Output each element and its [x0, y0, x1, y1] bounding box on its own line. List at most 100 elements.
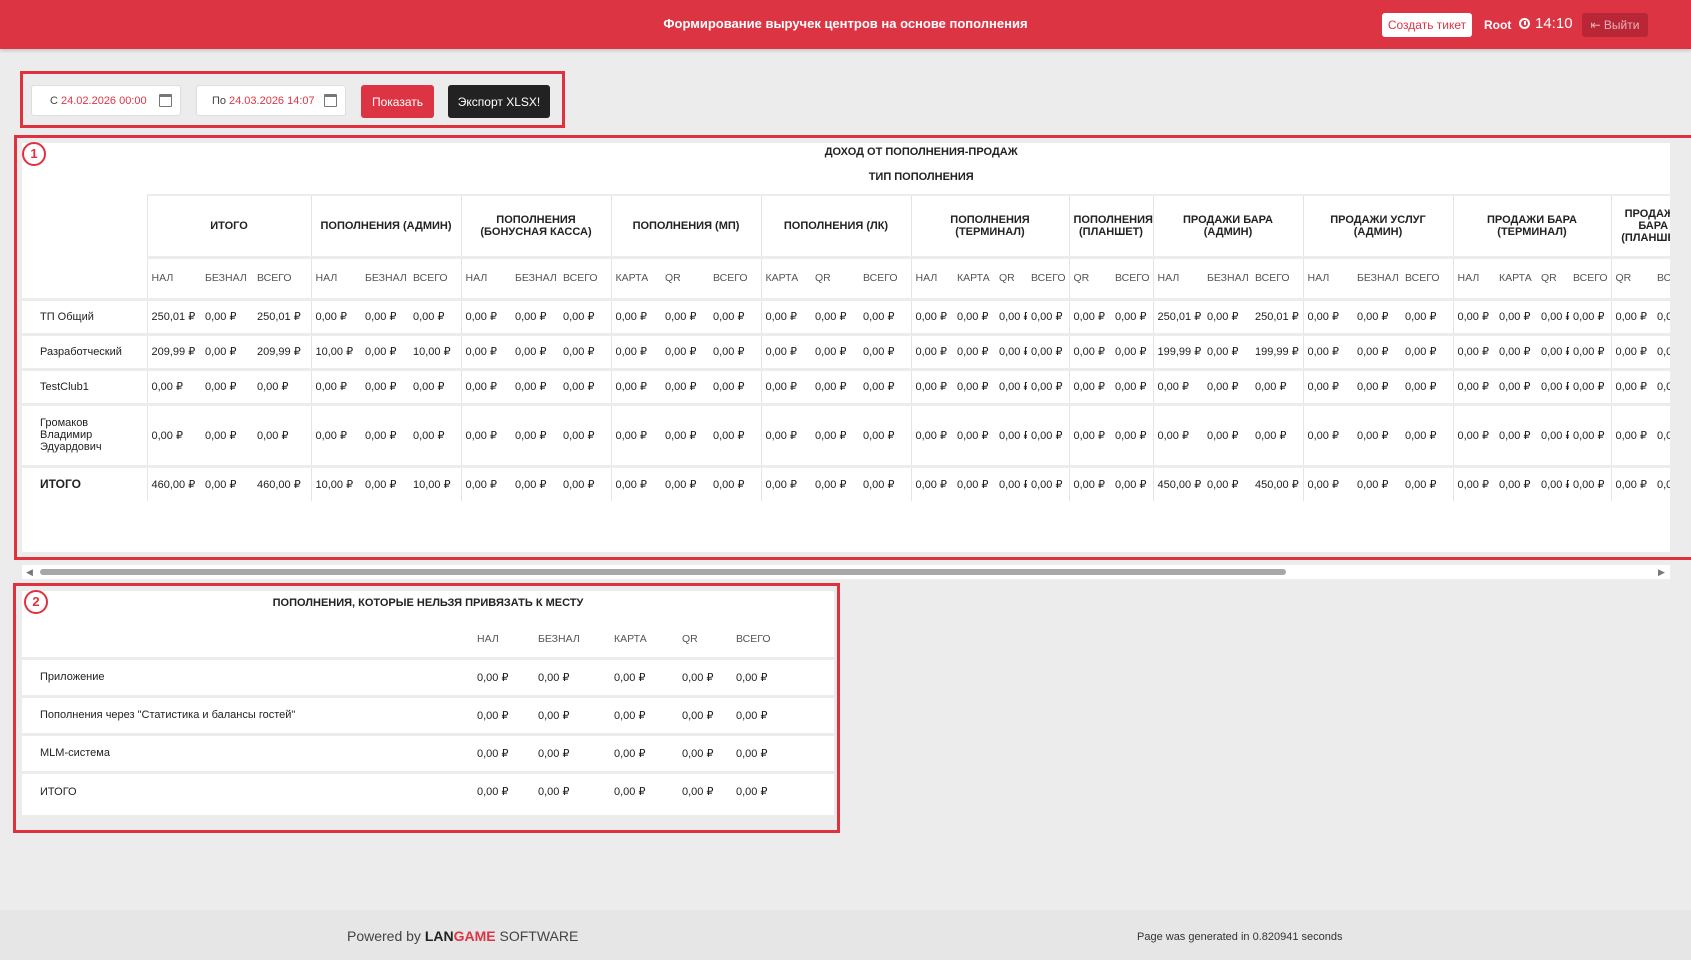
logout-button[interactable]: ⇤ Выйти: [1582, 13, 1648, 37]
powered-prefix: Powered by: [347, 928, 421, 944]
table-cell: 0,00 ₽: [361, 464, 409, 501]
table-cell: 0,00 ₽: [1611, 464, 1653, 501]
table-cell: 0,00 ₽: [201, 367, 253, 404]
table-cell: 0,00 ₽: [532, 770, 608, 810]
table-cell: 0,00 ₽: [859, 367, 912, 404]
table-cell: 0,00 ₽: [361, 332, 409, 369]
table-cell: 0,00 ₽: [1303, 464, 1353, 501]
table-subtitle: ТИП ПОПОЛНЕНИЯ: [868, 171, 974, 183]
date-from-field[interactable]: С 24.02.2026 00:00: [31, 85, 181, 116]
column-header: QR: [1611, 255, 1653, 299]
table-cell: 10,00 ₽: [409, 332, 462, 369]
revenue-table: ДОХОД ОТ ПОПОЛНЕНИЯ-ПРОДАЖ ТИП ПОПОЛНЕНИЯ…: [22, 143, 1670, 501]
table-row-label: Громаков Владимир Эдуардович: [22, 402, 148, 466]
row-label-header: [22, 257, 148, 299]
table-cell: 0,00 ₽: [1203, 332, 1251, 369]
table-cell: 0,00 ₽: [409, 297, 462, 334]
table-cell: 0,00 ₽: [811, 367, 859, 404]
brand-suffix: SOFTWARE: [499, 928, 579, 944]
column-header: БЕЗНАЛ: [361, 255, 409, 299]
table-cell: 0,00 ₽: [676, 656, 730, 696]
table-cell: 0,00 ₽: [953, 464, 995, 501]
export-xlsx-button[interactable]: Экспорт XLSX!: [448, 85, 550, 118]
column-header: ВСЕГО: [736, 633, 771, 646]
table-cell: 209,99 ₽: [147, 332, 201, 369]
calendar-icon[interactable]: [159, 94, 172, 107]
table-cell: 0,00 ₽: [611, 332, 661, 369]
column-header: ВСЕГО: [409, 255, 462, 299]
table-cell: 0,00 ₽: [1569, 402, 1612, 466]
table-cell: 0,00 ₽: [1453, 297, 1495, 334]
table-cell: 0,00 ₽: [1569, 332, 1612, 369]
table-cell: 0,00 ₽: [1495, 297, 1537, 334]
table-cell: 0,00 ₽: [761, 367, 811, 404]
table-cell: 0,00 ₽: [661, 464, 709, 501]
column-header: КАРТА: [953, 255, 995, 299]
table-corner: [22, 195, 148, 257]
show-button[interactable]: Показать: [361, 85, 434, 118]
table-cell: 0,00 ₽: [953, 297, 995, 334]
scroll-right-icon[interactable]: ▶: [1658, 567, 1665, 578]
table-cell: 0,00 ₽: [1027, 297, 1070, 334]
table-cell: 0,00 ₽: [1027, 402, 1070, 466]
table-cell: 0,00 ₽: [1303, 367, 1353, 404]
table-cell: 0,00 ₽: [532, 656, 608, 696]
table-cell: 0,00 ₽: [730, 770, 834, 810]
column-header: ВСЕГО: [859, 255, 912, 299]
table-cell: 0,00 ₽: [1495, 402, 1537, 466]
table-cell: 0,00 ₽: [1569, 367, 1612, 404]
table-cell: 0,00 ₽: [361, 402, 409, 466]
table-cell: 0,00 ₽: [1251, 367, 1304, 404]
calendar-icon[interactable]: [324, 94, 337, 107]
group-header: ПРОДАЖИ БАРА (ПЛАНШЕТ): [1611, 194, 1670, 257]
table-cell: 0,00 ₽: [1453, 367, 1495, 404]
table-cell: 0,00 ₽: [511, 464, 559, 501]
table-cell: 0,00 ₽: [409, 367, 462, 404]
table-cell: 0,00 ₽: [709, 367, 762, 404]
group-header: ПОПОЛНЕНИЯ (МП): [611, 194, 762, 257]
column-header: ВСЕГО: [253, 255, 312, 299]
table-cell: 0,00 ₽: [311, 367, 361, 404]
table-cell: 250,01 ₽: [1251, 297, 1304, 334]
table-cell: 460,00 ₽: [253, 464, 312, 501]
column-header: КАРТА: [1495, 255, 1537, 299]
table-cell: 0,00 ₽: [661, 332, 709, 369]
column-header: ВСЕГО: [1653, 255, 1670, 299]
table-cell: 0,00 ₽: [1401, 464, 1454, 501]
column-header: ВСЕГО: [1401, 255, 1454, 299]
table-cell: 0,00 ₽: [1203, 297, 1251, 334]
table-cell: 0,00 ₽: [532, 732, 608, 772]
table-corner: [22, 160, 147, 195]
revenue-table-container[interactable]: ДОХОД ОТ ПОПОЛНЕНИЯ-ПРОДАЖ ТИП ПОПОЛНЕНИЯ…: [22, 143, 1670, 552]
table-cell: 0,00 ₽: [461, 402, 511, 466]
column-header: QR: [661, 255, 709, 299]
table-cell: 0,00 ₽: [608, 656, 676, 696]
brand-game: GAME: [453, 928, 496, 944]
column-header: ВСЕГО: [559, 255, 612, 299]
table-cell: 0,00 ₽: [511, 402, 559, 466]
unbound-table-title: ПОПОЛНЕНИЯ, КОТОРЫЕ НЕЛЬЗЯ ПРИВЯЗАТЬ К М…: [272, 597, 584, 609]
table-cell: 0,00 ₽: [608, 694, 676, 734]
table-cell: 0,00 ₽: [995, 297, 1027, 334]
create-ticket-button[interactable]: Создать тикет: [1382, 13, 1472, 37]
table-cell: 0,00 ₽: [709, 464, 762, 501]
column-header: НАЛ: [911, 255, 953, 299]
date-to-field[interactable]: По 24.03.2026 14:07: [196, 85, 346, 116]
table-cell: 10,00 ₽: [409, 464, 462, 501]
horizontal-scrollbar[interactable]: ◀ ▶: [22, 565, 1670, 579]
table-cell: 0,00 ₽: [1353, 464, 1401, 501]
table-cell: 0,00 ₽: [471, 656, 532, 696]
scrollbar-thumb[interactable]: [40, 569, 1286, 575]
column-header: БЕЗНАЛ: [1203, 255, 1251, 299]
table-cell: 0,00 ₽: [1111, 297, 1154, 334]
table-cell: 0,00 ₽: [1111, 464, 1154, 501]
scroll-left-icon[interactable]: ◀: [26, 567, 33, 578]
column-header: КАРТА: [761, 255, 811, 299]
table-cell: 0,00 ₽: [1653, 332, 1670, 369]
table-cell: 0,00 ₽: [611, 402, 661, 466]
table-cell: 0,00 ₽: [1453, 464, 1495, 501]
table-row-label: MLM-система: [22, 732, 471, 772]
table-cell: 0,00 ₽: [661, 297, 709, 334]
table-cell: 0,00 ₽: [911, 332, 953, 369]
table-cell: 209,99 ₽: [253, 332, 312, 369]
